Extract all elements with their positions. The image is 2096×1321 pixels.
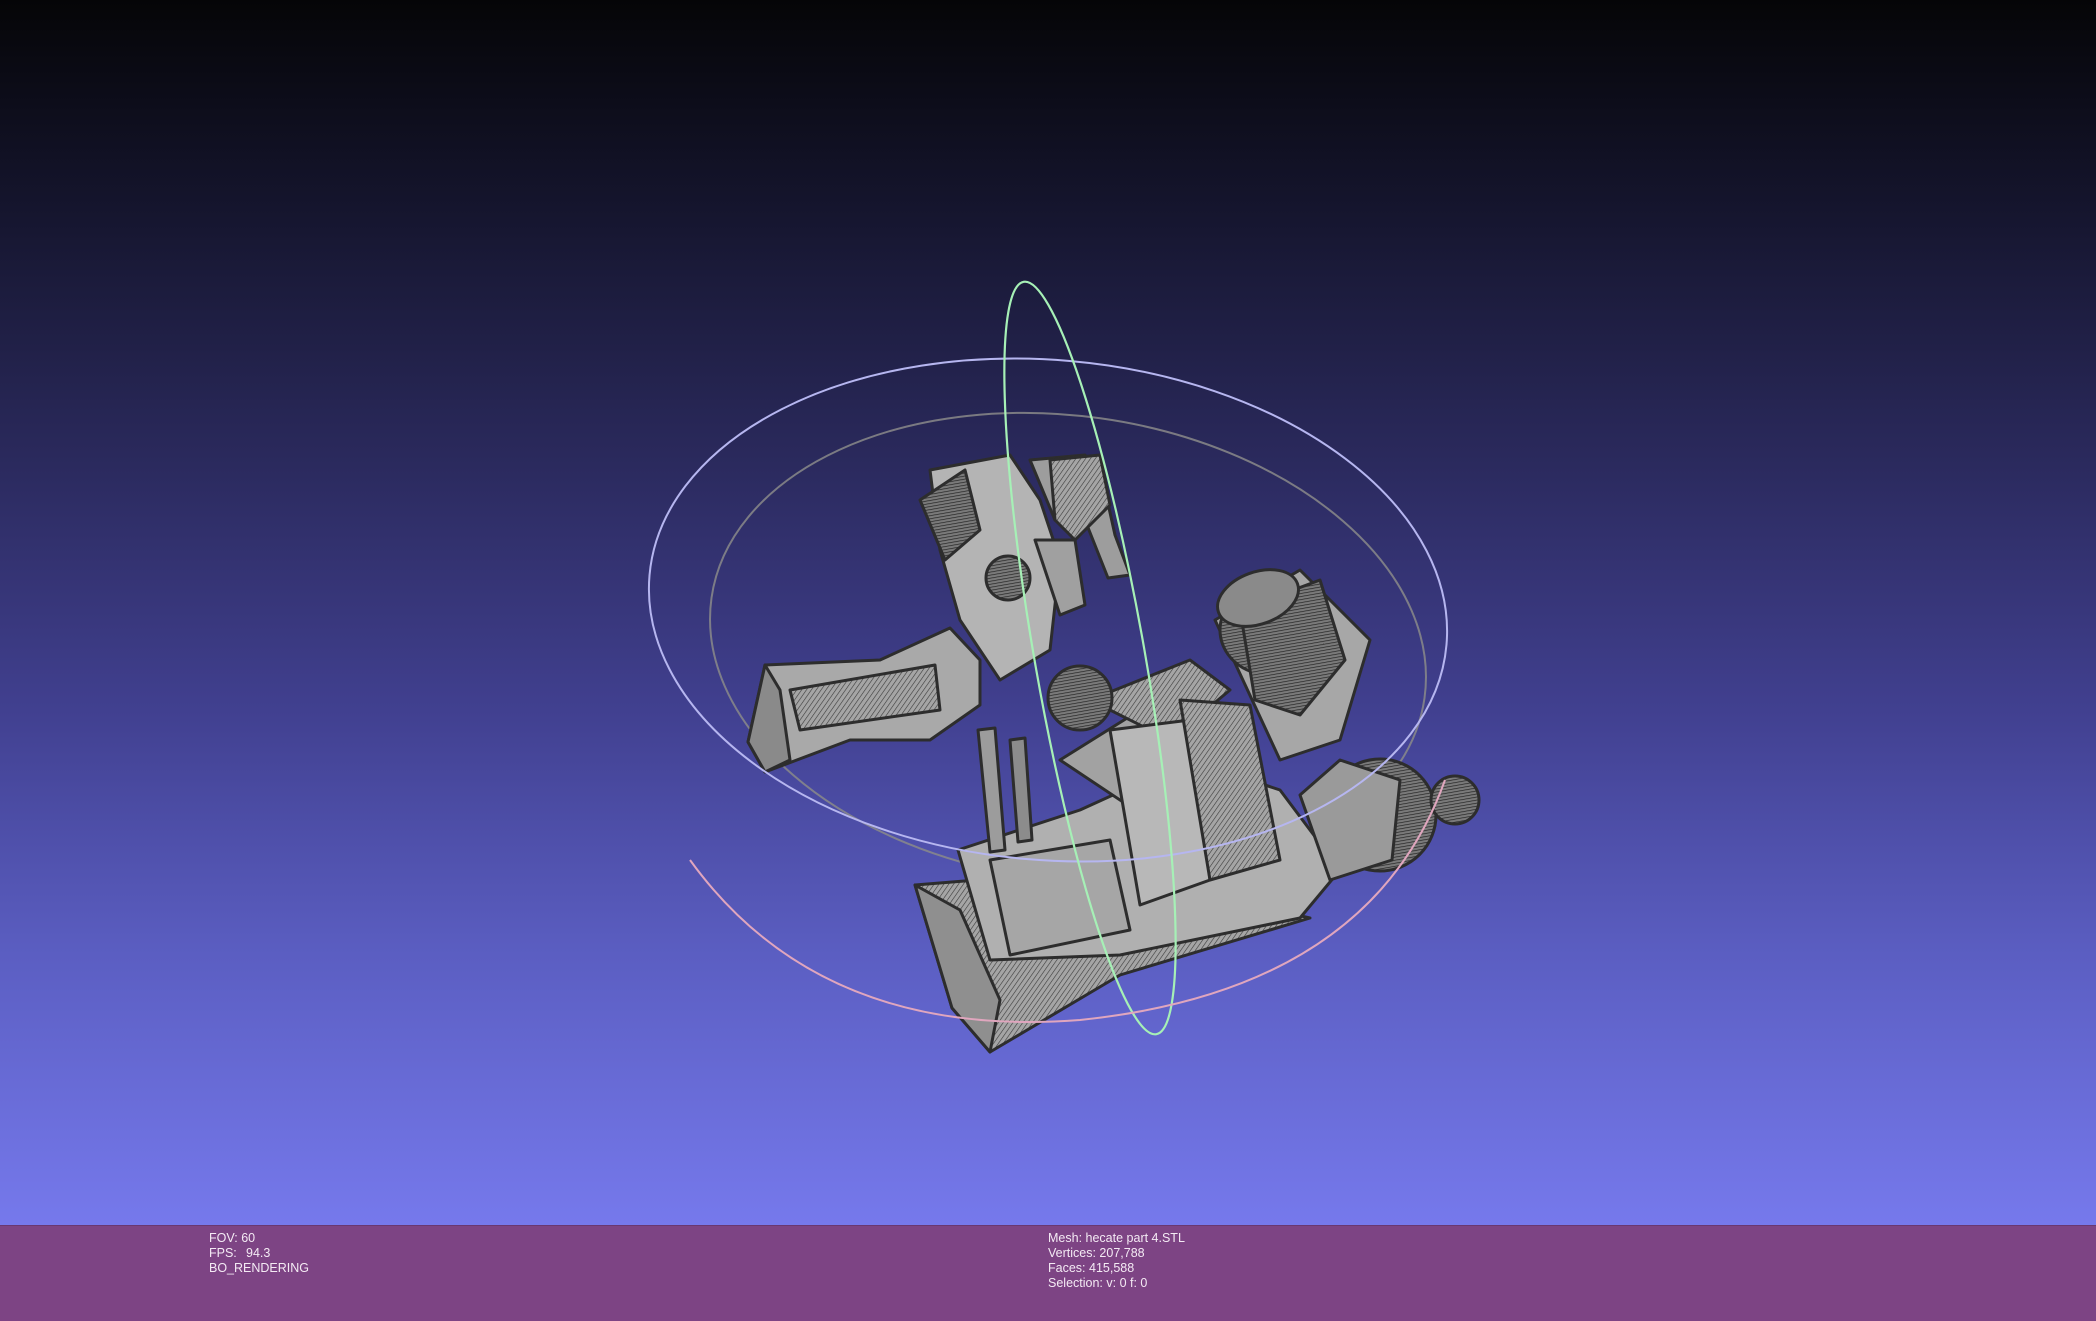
selection-value: v: 0 f: 0	[1106, 1276, 1148, 1290]
fps-label: FPS:	[209, 1246, 237, 1260]
vertices-label: Vertices:	[1048, 1246, 1096, 1260]
mesh-model[interactable]	[746, 453, 1481, 1054]
fps-value: 94.3	[246, 1246, 271, 1260]
viewport-canvas[interactable]	[0, 0, 2096, 1225]
faces-label: Faces:	[1048, 1261, 1086, 1275]
vertices-readout: Vertices: 207,788	[1048, 1246, 1185, 1261]
fps-readout: FPS: 94.3	[209, 1246, 309, 1261]
vertices-value: 207,788	[1099, 1246, 1145, 1260]
render-info: FOV: 60 FPS: 94.3 BO_RENDERING	[209, 1231, 309, 1276]
fov-readout: FOV: 60	[209, 1231, 309, 1246]
fov-label: FOV:	[209, 1231, 238, 1245]
mesh-info: Mesh: hecate part 4.STL Vertices: 207,78…	[1048, 1231, 1185, 1291]
faces-value: 415,588	[1089, 1261, 1135, 1275]
render-mode: BO_RENDERING	[209, 1261, 310, 1275]
mesh-name: hecate part 4.STL	[1085, 1231, 1185, 1245]
fov-value: 60	[241, 1231, 256, 1245]
status-bar: FOV: 60 FPS: 94.3 BO_RENDERING Mesh: heca…	[0, 1225, 2096, 1321]
mesh-name-readout: Mesh: hecate part 4.STL	[1048, 1231, 1185, 1246]
selection-label: Selection:	[1048, 1276, 1103, 1290]
selection-readout: Selection: v: 0 f: 0	[1048, 1276, 1185, 1291]
faces-readout: Faces: 415,588	[1048, 1261, 1185, 1276]
3d-viewport[interactable]	[0, 0, 2096, 1225]
mesh-label: Mesh:	[1048, 1231, 1083, 1245]
